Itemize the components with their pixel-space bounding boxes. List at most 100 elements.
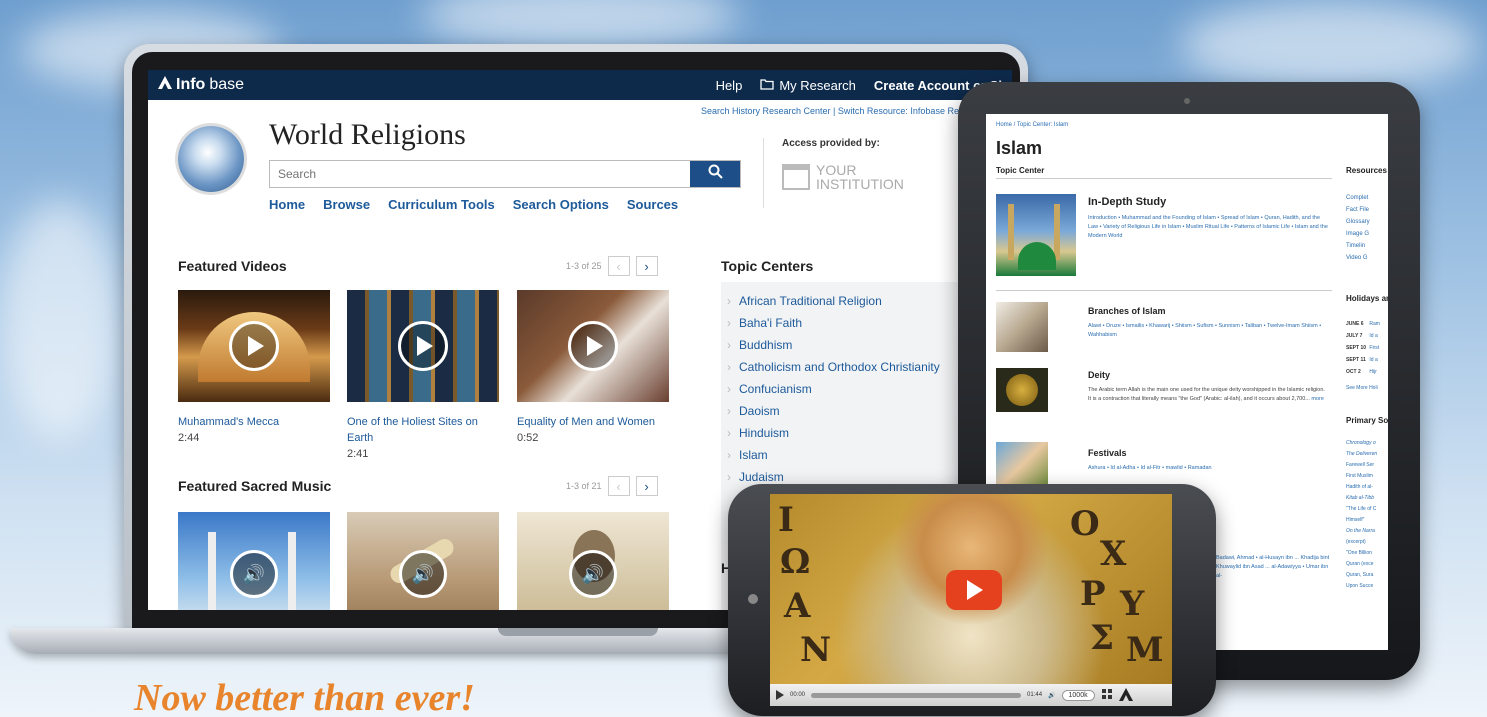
holiday-row[interactable]: SEPT 10 First [1346, 342, 1380, 354]
time-total: 01:44 [1027, 692, 1043, 698]
video-thumbnail[interactable] [517, 290, 669, 402]
in-depth-heading[interactable]: In-Depth Study [1088, 196, 1166, 208]
resources-list: Complet Fact File Glossary Image G Timel… [1346, 192, 1370, 264]
primary-source-item[interactable]: Hadith of al- [1346, 482, 1388, 493]
branches-links[interactable]: Alawi • Druze • Ismailis • Khawarij • Sh… [1088, 322, 1328, 340]
play-button[interactable] [946, 570, 1002, 610]
pager-next-button[interactable]: › [635, 256, 658, 276]
primary-sources-heading: Primary Sou [1346, 416, 1388, 425]
primary-source-item[interactable]: Farewell Ser [1346, 460, 1388, 471]
holidays-heading: Holidays an [1346, 294, 1388, 303]
logo-text-bold: Info [176, 76, 206, 93]
infobase-mark-icon[interactable] [1118, 687, 1133, 703]
deity-heading[interactable]: Deity [1088, 370, 1110, 380]
mosaic-letter: Ρ [1080, 574, 1106, 614]
deity-text: The Arabic term Allah is the main one us… [1088, 387, 1325, 402]
resource-item[interactable]: Complet [1346, 192, 1370, 204]
main-nav: Home Browse Curriculum Tools Search Opti… [269, 197, 678, 212]
holiday-name: First [1369, 345, 1380, 351]
featured-videos-heading: Featured Videos [178, 258, 287, 274]
search-button[interactable] [690, 161, 740, 187]
nav-home[interactable]: Home [269, 197, 305, 212]
holiday-name: Id a [1369, 357, 1378, 363]
resource-item[interactable]: Glossary [1346, 216, 1370, 228]
primary-source-item[interactable]: Quran, Sura [1346, 570, 1388, 581]
primary-sources-list: Chronology o The Deliveren Farewell Ser … [1346, 438, 1388, 592]
primary-source-item[interactable]: On the Narra [1346, 526, 1388, 537]
mosaic-letter: Ι [778, 500, 794, 540]
video-thumbnail[interactable] [178, 290, 330, 402]
video-frame-mosaic[interactable]: Ι Ω Α Ν Ο Χ Ρ Υ Σ Μ [770, 494, 1172, 684]
branches-image [996, 302, 1048, 352]
branches-block: Branches of Islam Alawi • Druze • Ismail… [996, 302, 1332, 357]
help-link[interactable]: Help [716, 78, 743, 93]
resource-item[interactable]: Video G [1346, 252, 1370, 264]
video-title[interactable]: One of the Holiest Sites on Earth [347, 414, 499, 446]
quality-select[interactable]: 1000k [1061, 689, 1095, 701]
pager-count: 1-3 of 25 [566, 261, 602, 271]
holiday-row[interactable]: SEPT 11 Id a [1346, 354, 1380, 366]
video-card[interactable]: One of the Holiest Sites on Earth 2:41 [347, 290, 499, 462]
fullscreen-icon[interactable] [1101, 688, 1113, 702]
resource-item[interactable]: Fact File [1346, 204, 1370, 216]
primary-source-item[interactable]: Upon Succe [1346, 581, 1388, 592]
nav-sources[interactable]: Sources [627, 197, 678, 212]
primary-source-item[interactable]: The Deliveren [1346, 449, 1388, 460]
primary-source-item[interactable]: Chronology o [1346, 438, 1388, 449]
video-card[interactable]: Equality of Men and Women 0:52 [517, 290, 669, 446]
holidays-list: JUNE 6 Ram JULY 7 Id a SEPT 10 First SEP… [1346, 318, 1380, 394]
holiday-row[interactable]: JUNE 6 Ram [1346, 318, 1380, 330]
holiday-name: Id a [1369, 333, 1378, 339]
primary-source-item[interactable]: Himself" [1346, 515, 1388, 526]
video-progress-bar[interactable] [811, 692, 1022, 698]
video-card[interactable]: Muhammad's Mecca 2:44 [178, 290, 330, 446]
pager-prev-button[interactable]: ‹ [607, 256, 630, 276]
festivals-heading[interactable]: Festivals [1088, 448, 1127, 458]
search-input[interactable] [270, 161, 690, 187]
pager-next-button[interactable]: › [635, 476, 658, 496]
nav-browse[interactable]: Browse [323, 197, 370, 212]
nav-search-options[interactable]: Search Options [513, 197, 609, 212]
deity-description: The Arabic term Allah is the main one us… [1088, 386, 1328, 404]
primary-source-item[interactable]: (excerpt) [1346, 537, 1388, 548]
play-icon[interactable] [776, 690, 784, 700]
infobase-logo[interactable]: Info base [158, 76, 244, 94]
see-more-holidays-link[interactable]: See More Holi [1346, 382, 1380, 394]
topic-subtitle: Topic Center [996, 166, 1045, 175]
video-title[interactable]: Muhammad's Mecca [178, 414, 330, 430]
primary-source-item[interactable]: "One Billion [1346, 548, 1388, 559]
access-label: Access provided by: [782, 138, 880, 149]
primary-source-item[interactable]: Quran (exce [1346, 559, 1388, 570]
music-card[interactable]: 🔊 [178, 512, 330, 610]
music-card[interactable]: 🔊 [517, 512, 669, 610]
video-title[interactable]: Equality of Men and Women [517, 414, 669, 430]
primary-source-item[interactable]: Kitab al-Tibb [1346, 493, 1388, 504]
video-thumbnail[interactable] [347, 290, 499, 402]
my-research-link[interactable]: My Research [760, 78, 856, 93]
in-depth-links[interactable]: Introduction • Muhammad and the Founding… [1088, 214, 1328, 241]
nav-curriculum-tools[interactable]: Curriculum Tools [388, 197, 495, 212]
holiday-row[interactable]: JULY 7 Id a [1346, 330, 1380, 342]
resource-item[interactable]: Image G [1346, 228, 1370, 240]
breadcrumb[interactable]: Home / Topic Center: Islam [996, 122, 1068, 128]
primary-source-item[interactable]: First Muslim [1346, 471, 1388, 482]
deity-more-link[interactable]: more [1311, 396, 1324, 402]
phone-screen: Ι Ω Α Ν Ο Χ Ρ Υ Σ Μ 00:00 01:44 🔊 1000k [770, 494, 1172, 706]
holiday-row[interactable]: OCT 2 Hijr [1346, 366, 1380, 378]
volume-icon[interactable]: 🔊 [1048, 692, 1055, 699]
phone-home-button [748, 594, 758, 604]
utility-links[interactable]: Search History Research Center | Switch … [701, 106, 968, 116]
holiday-name: Ram [1369, 321, 1380, 327]
music-card[interactable]: 🔊 [347, 512, 499, 610]
folder-icon [760, 78, 774, 93]
holiday-date: SEPT 10 [1346, 345, 1367, 351]
people-links[interactable]: Badawi, Ahmad • al-Husayn ibn ... Khadij… [1216, 554, 1332, 581]
resource-item[interactable]: Timelin [1346, 240, 1370, 252]
cloud [420, 0, 740, 50]
festivals-links[interactable]: Ashura • Id al-Adha • Id al-Fitr • mawli… [1088, 464, 1328, 473]
branches-heading[interactable]: Branches of Islam [1088, 306, 1166, 316]
pager-prev-button[interactable]: ‹ [607, 476, 630, 496]
primary-source-item[interactable]: "The Life of C [1346, 504, 1388, 515]
video-duration: 0:52 [517, 432, 539, 444]
festivals-image [996, 442, 1048, 488]
